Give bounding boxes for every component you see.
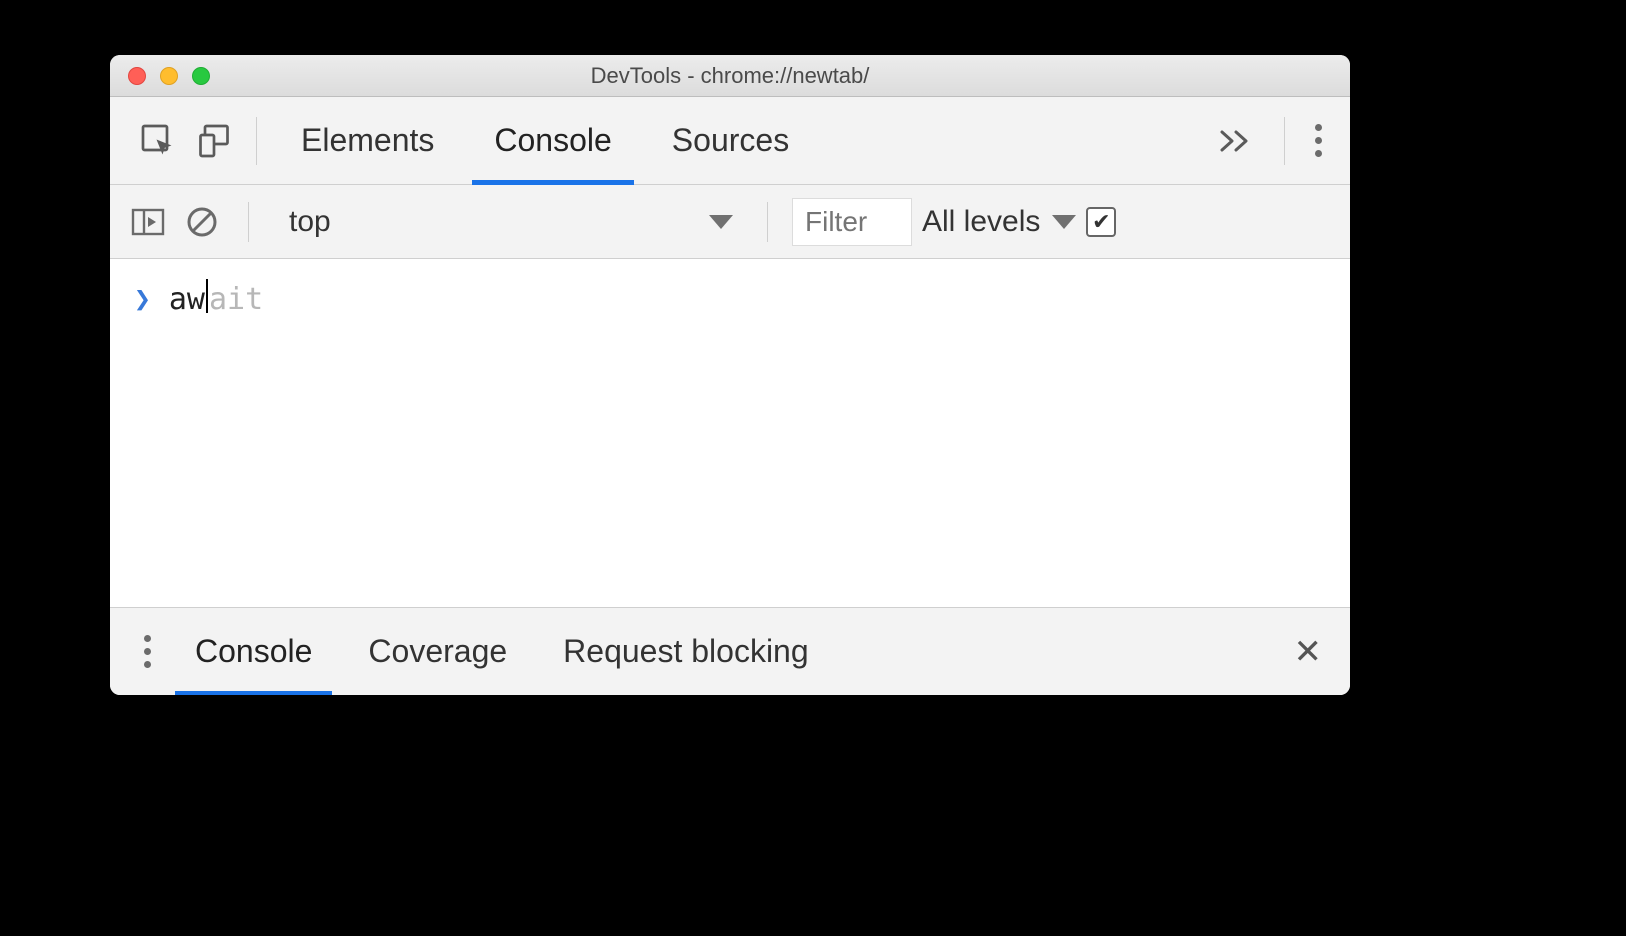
drawer: Console Coverage Request blocking ✕ bbox=[110, 607, 1350, 695]
typed-text: aw bbox=[169, 282, 205, 317]
tab-label: Console bbox=[195, 633, 312, 670]
drawer-tab-coverage[interactable]: Coverage bbox=[340, 608, 535, 695]
zoom-window-button[interactable] bbox=[192, 67, 210, 85]
titlebar: DevTools - chrome://newtab/ bbox=[110, 55, 1350, 97]
tab-sources[interactable]: Sources bbox=[642, 97, 819, 184]
close-drawer-icon[interactable]: ✕ bbox=[1284, 632, 1333, 672]
prompt-caret-icon: ❯ bbox=[134, 282, 151, 315]
chevron-down-icon bbox=[1052, 215, 1076, 229]
group-similar-checkbox[interactable]: ✔ bbox=[1086, 207, 1116, 237]
inspect-element-icon[interactable] bbox=[130, 113, 186, 169]
separator bbox=[256, 117, 257, 165]
tab-label: Sources bbox=[672, 122, 789, 159]
drawer-tab-console[interactable]: Console bbox=[167, 608, 340, 695]
settings-menu-icon[interactable] bbox=[1299, 124, 1338, 157]
tab-label: Elements bbox=[301, 122, 434, 159]
filter-input[interactable] bbox=[792, 198, 912, 246]
tab-label: Coverage bbox=[368, 633, 507, 670]
drawer-menu-icon[interactable] bbox=[128, 635, 167, 668]
context-label: top bbox=[289, 205, 331, 239]
main-tabs: Elements Console Sources bbox=[271, 97, 819, 184]
tab-label: Request blocking bbox=[563, 633, 808, 670]
levels-label: All levels bbox=[922, 205, 1040, 239]
console-toolbar: top All levels ✔ bbox=[110, 185, 1350, 259]
main-tabstrip: Elements Console Sources bbox=[110, 97, 1350, 185]
chevron-down-icon bbox=[709, 215, 733, 229]
traffic-lights bbox=[110, 67, 210, 85]
toggle-sidebar-icon[interactable] bbox=[126, 200, 170, 244]
close-window-button[interactable] bbox=[128, 67, 146, 85]
separator bbox=[248, 202, 249, 242]
drawer-tab-request-blocking[interactable]: Request blocking bbox=[535, 608, 836, 695]
log-levels-select[interactable]: All levels bbox=[922, 205, 1076, 239]
console-body[interactable]: ❯ await bbox=[110, 259, 1350, 607]
clear-console-icon[interactable] bbox=[180, 200, 224, 244]
tab-elements[interactable]: Elements bbox=[271, 97, 464, 184]
execution-context-select[interactable]: top bbox=[273, 205, 743, 239]
console-input[interactable]: await bbox=[169, 279, 263, 317]
device-toolbar-icon[interactable] bbox=[186, 113, 242, 169]
text-cursor bbox=[206, 279, 208, 313]
minimize-window-button[interactable] bbox=[160, 67, 178, 85]
drawer-tabs: Console Coverage Request blocking bbox=[167, 608, 837, 695]
console-prompt-line: ❯ await bbox=[134, 279, 1326, 317]
tab-label: Console bbox=[494, 122, 611, 159]
tab-console[interactable]: Console bbox=[464, 97, 641, 184]
separator bbox=[767, 202, 768, 242]
autocomplete-suggestion: ait bbox=[209, 282, 263, 317]
window-title: DevTools - chrome://newtab/ bbox=[110, 63, 1350, 89]
separator bbox=[1284, 117, 1285, 165]
devtools-window: DevTools - chrome://newtab/ Elements bbox=[110, 55, 1350, 695]
more-tabs-icon[interactable] bbox=[1200, 128, 1270, 154]
